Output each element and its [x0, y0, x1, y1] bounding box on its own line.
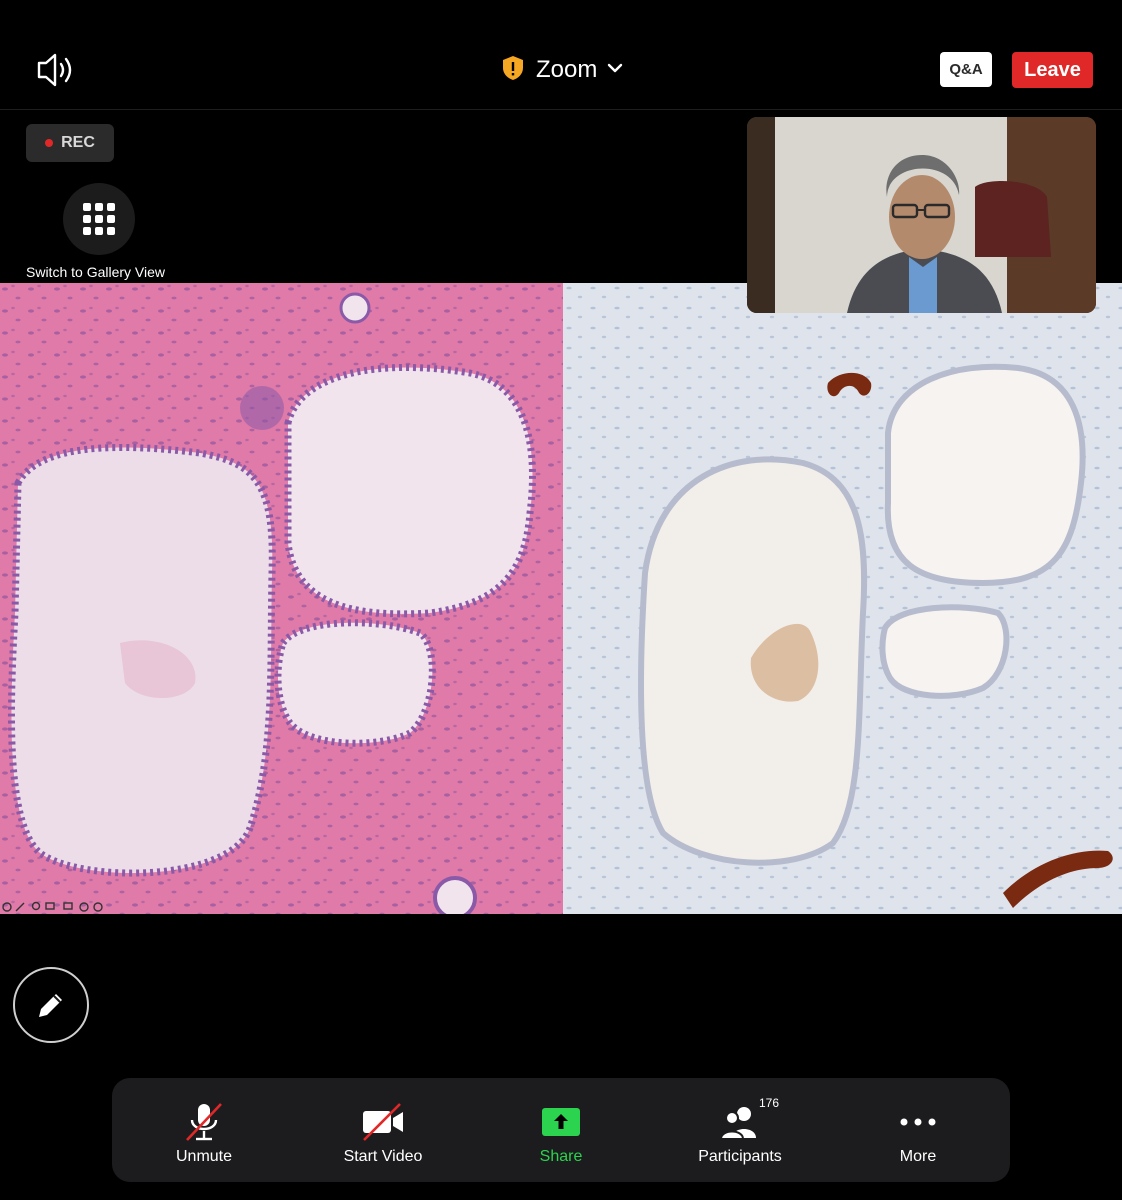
meeting-title-text: Zoom: [536, 56, 598, 83]
recording-dot-icon: [45, 139, 54, 147]
more-label: More: [899, 1148, 937, 1165]
leave-button[interactable]: Leave: [1012, 52, 1093, 88]
chevron-down-icon: [607, 61, 623, 79]
participants-count: 176: [759, 1096, 780, 1110]
speaker-video-tile[interactable]: [747, 117, 1096, 313]
he-stain-micrograph: [0, 283, 563, 914]
meeting-top-bar: Zoom Q&A Leave: [0, 0, 1122, 110]
share-button[interactable]: Share: [521, 1078, 601, 1182]
share-label: Share: [539, 1148, 583, 1165]
participants-icon: 176: [715, 1096, 779, 1142]
speaker-icon[interactable]: [34, 50, 78, 90]
unmute-button[interactable]: Unmute: [164, 1078, 244, 1182]
gallery-view-label: Switch to Gallery View: [26, 264, 166, 280]
qa-button[interactable]: Q&A: [940, 52, 992, 87]
share-arrow-icon: [536, 1102, 586, 1142]
pencil-icon: [39, 994, 62, 1017]
meeting-title[interactable]: Zoom: [500, 52, 623, 88]
recording-badge[interactable]: REC: [26, 124, 114, 162]
annotate-button[interactable]: [13, 967, 89, 1043]
recording-label: REC: [61, 134, 95, 151]
start-video-button[interactable]: Start Video: [333, 1078, 433, 1182]
shared-screen: [0, 283, 1122, 914]
participants-label: Participants: [698, 1148, 782, 1165]
video-off-icon: [358, 1102, 408, 1142]
start-video-label: Start Video: [343, 1148, 423, 1165]
unmute-label: Unmute: [175, 1148, 233, 1165]
gallery-view-button[interactable]: [63, 183, 135, 255]
meeting-controls-bar: Unmute Start Video Share 176 Participant…: [112, 1078, 1010, 1182]
grid-icon: [83, 203, 115, 235]
ihc-stain-micrograph: [563, 283, 1122, 914]
more-button[interactable]: More: [878, 1078, 958, 1182]
mic-muted-icon: [179, 1102, 229, 1142]
more-dots-icon: [893, 1102, 943, 1142]
participants-button[interactable]: 176 Participants: [690, 1078, 790, 1182]
shield-icon: [500, 54, 526, 87]
